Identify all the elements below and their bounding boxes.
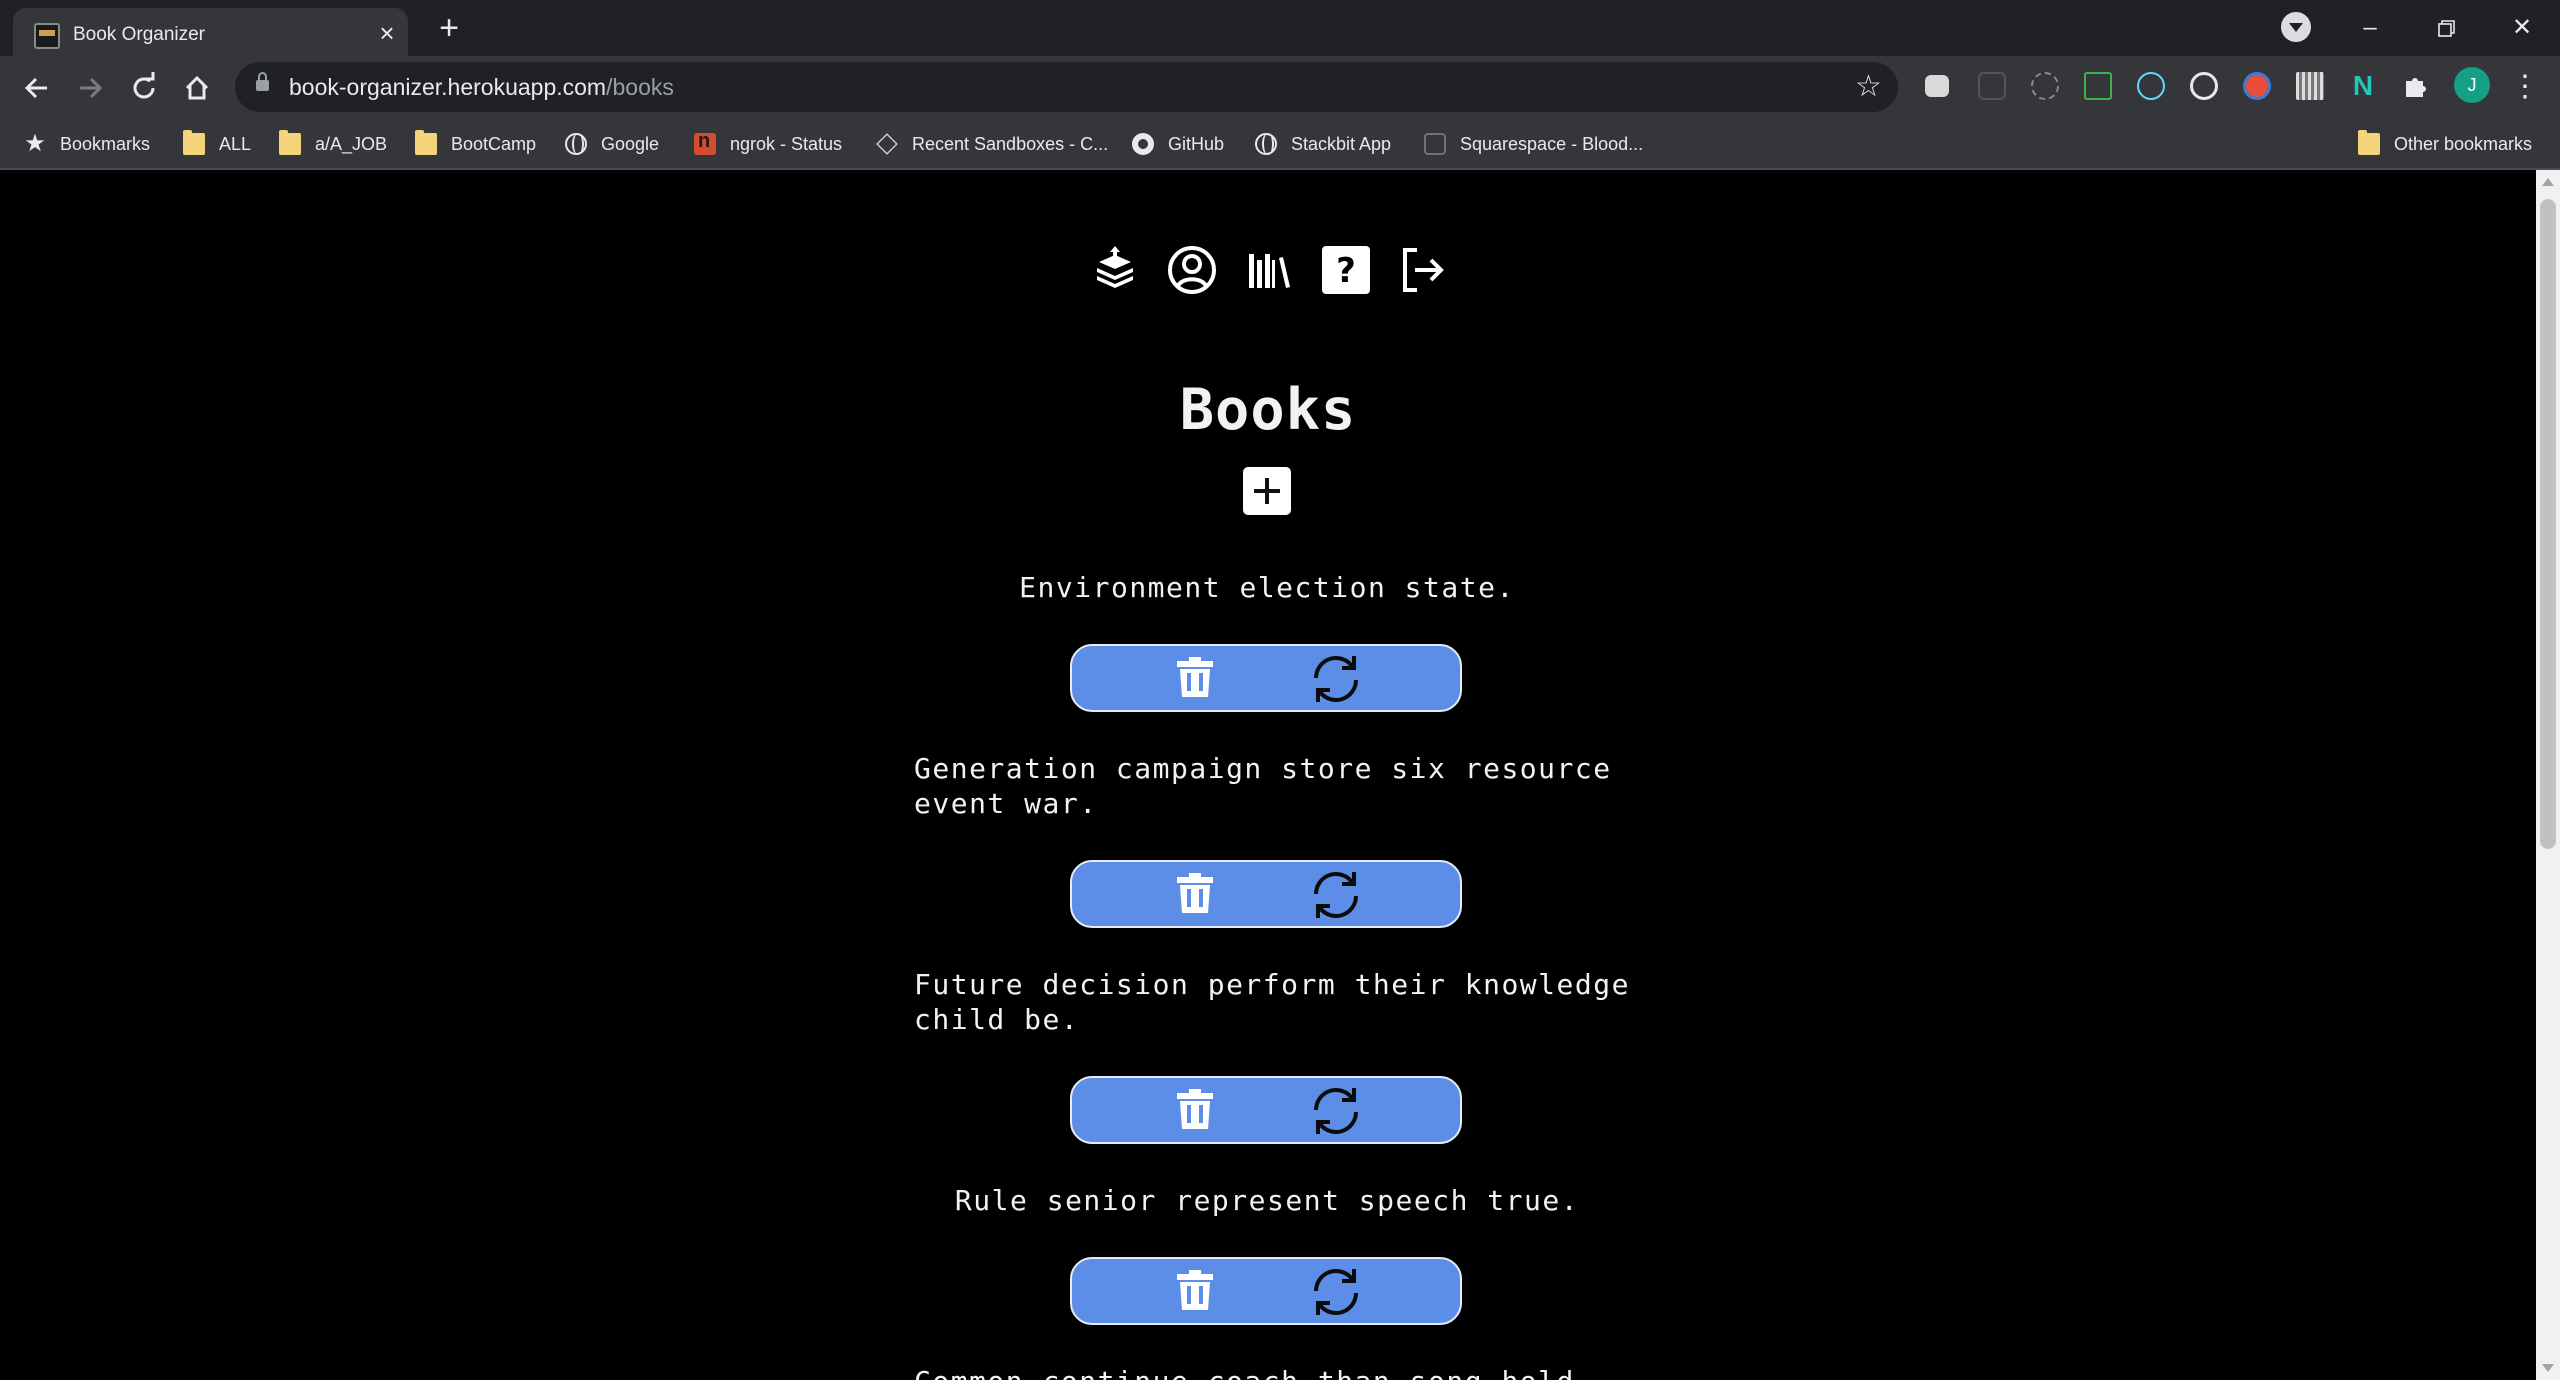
page-viewport: ? Books Environment election state. Gene… bbox=[0, 170, 2536, 1380]
user-circle-icon[interactable] bbox=[1164, 242, 1220, 298]
home-icon[interactable] bbox=[177, 68, 217, 108]
delete-book-button[interactable] bbox=[1174, 871, 1216, 915]
bookmark-item[interactable]: Recent Sandboxes - C... bbox=[876, 128, 1108, 160]
bookmarks-bar: ★ Bookmarks ALL a/A_JOB BootCamp Google n… bbox=[0, 118, 2560, 170]
browser-tab-active[interactable]: Book Organizer × bbox=[13, 8, 408, 56]
app-nav: ? bbox=[1087, 242, 1447, 298]
react-devtools-icon[interactable] bbox=[2137, 72, 2165, 100]
folder-icon bbox=[183, 130, 205, 155]
minimize-icon[interactable]: – bbox=[2350, 8, 2390, 48]
ngrok-icon bbox=[694, 130, 716, 155]
tab-search-icon[interactable] bbox=[2281, 12, 2311, 42]
cast-extension-icon[interactable] bbox=[1925, 75, 1949, 97]
recycle-extension-icon[interactable] bbox=[2031, 72, 2059, 100]
book-title: Rule senior represent speech true. bbox=[954, 1184, 1580, 1217]
tab-title: Book Organizer bbox=[73, 24, 206, 45]
book-title: Generation campaign store six resource e… bbox=[914, 752, 1612, 820]
page-title: Books bbox=[1179, 377, 1357, 443]
book-actions bbox=[1070, 644, 1462, 712]
folder-icon bbox=[279, 130, 301, 155]
globe-icon bbox=[1255, 133, 1277, 155]
close-window-icon[interactable]: ✕ bbox=[2502, 8, 2542, 48]
browser-menu-icon[interactable]: ⋮ bbox=[2510, 67, 2540, 107]
bookmark-item[interactable]: ★ Bookmarks bbox=[24, 128, 150, 160]
bookmark-item[interactable]: ngrok - Status bbox=[694, 128, 842, 160]
profile-avatar[interactable]: J bbox=[2454, 67, 2490, 103]
bookmark-item[interactable]: Stackbit App bbox=[1255, 128, 1391, 160]
star-icon: ★ bbox=[24, 130, 46, 157]
barcode-extension-icon[interactable] bbox=[2296, 72, 2324, 100]
book-actions bbox=[1070, 1257, 1462, 1325]
github-icon bbox=[1132, 133, 1154, 155]
back-arrow-icon[interactable] bbox=[17, 68, 57, 108]
delete-book-button[interactable] bbox=[1174, 655, 1216, 699]
book-stack-icon[interactable] bbox=[1087, 242, 1143, 298]
address-bar[interactable]: book-organizer.herokuapp.com/books ☆ bbox=[235, 62, 1898, 112]
delete-book-button[interactable] bbox=[1174, 1268, 1216, 1312]
library-icon[interactable] bbox=[1241, 242, 1297, 298]
scroll-thumb[interactable] bbox=[2540, 199, 2556, 849]
target-extension-icon[interactable] bbox=[2190, 72, 2218, 100]
svg-text:?: ? bbox=[1336, 251, 1356, 291]
forward-arrow-icon[interactable] bbox=[70, 68, 110, 108]
scroll-down-icon[interactable] bbox=[2542, 1364, 2554, 1372]
url-text: book-organizer.herokuapp.com/books bbox=[289, 74, 674, 100]
close-tab-icon[interactable]: × bbox=[374, 20, 400, 46]
help-icon[interactable]: ? bbox=[1318, 242, 1374, 298]
tab-favicon-icon bbox=[34, 23, 60, 49]
lock-icon[interactable] bbox=[256, 72, 269, 92]
bookmark-folder[interactable]: ALL bbox=[183, 128, 251, 160]
page-scrollbar[interactable] bbox=[2536, 170, 2560, 1380]
book-actions bbox=[1070, 860, 1462, 928]
tab-strip: Book Organizer × + – ✕ bbox=[0, 0, 2560, 56]
book-title: Common continue coach than song hold lit… bbox=[914, 1364, 1634, 1380]
update-book-button[interactable] bbox=[1308, 868, 1364, 922]
new-tab-button[interactable]: + bbox=[433, 11, 465, 45]
bookmark-folder[interactable]: BootCamp bbox=[415, 128, 536, 160]
browser-toolbar: book-organizer.herokuapp.com/books ☆ N J… bbox=[0, 56, 2560, 118]
bookmark-star-icon[interactable]: ☆ bbox=[1855, 69, 1882, 104]
bookmark-folder[interactable]: a/A_JOB bbox=[279, 128, 387, 160]
bookmark-item[interactable]: GitHub bbox=[1132, 128, 1224, 160]
scroll-up-icon[interactable] bbox=[2542, 178, 2554, 186]
folder-icon bbox=[2358, 130, 2380, 155]
bookmark-item[interactable]: Google bbox=[565, 128, 659, 160]
folder-icon bbox=[415, 130, 437, 155]
logout-icon[interactable] bbox=[1395, 242, 1451, 298]
bookmark-item[interactable]: Squarespace - Blood... bbox=[1424, 128, 1643, 160]
update-book-button[interactable] bbox=[1308, 652, 1364, 706]
codesandbox-icon bbox=[876, 133, 898, 155]
extension-icon[interactable] bbox=[1978, 72, 2006, 100]
reload-icon[interactable] bbox=[124, 68, 164, 108]
n-extension-icon[interactable]: N bbox=[2349, 72, 2377, 100]
add-book-button[interactable] bbox=[1243, 467, 1291, 515]
colorful-extension-icon[interactable] bbox=[2243, 72, 2271, 100]
other-bookmarks-folder[interactable]: Other bookmarks bbox=[2358, 128, 2532, 160]
book-title: Future decision perform their knowledge … bbox=[914, 968, 1630, 1036]
book-actions bbox=[1070, 1076, 1462, 1144]
globe-icon bbox=[565, 133, 587, 155]
squarespace-icon bbox=[1424, 133, 1446, 155]
book-title: Environment election state. bbox=[1019, 571, 1515, 604]
update-book-button[interactable] bbox=[1308, 1084, 1364, 1138]
screenshot-extension-icon[interactable] bbox=[2084, 72, 2112, 100]
update-book-button[interactable] bbox=[1308, 1265, 1364, 1319]
puzzle-extensions-icon[interactable] bbox=[2402, 72, 2430, 100]
restore-window-icon[interactable] bbox=[2426, 8, 2466, 48]
delete-book-button[interactable] bbox=[1174, 1087, 1216, 1131]
